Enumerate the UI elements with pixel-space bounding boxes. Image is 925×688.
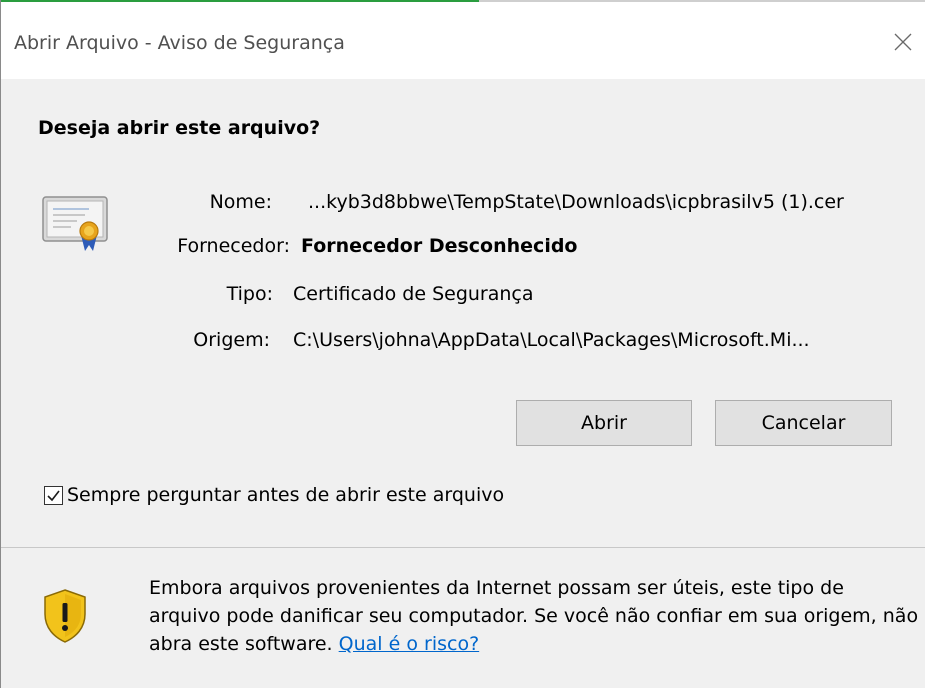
security-warning-dialog: Abrir Arquivo - Aviso de Segurança Desej…: [0, 0, 925, 688]
background-window-edge: [1, 0, 925, 9]
open-button[interactable]: Abrir: [516, 400, 692, 446]
warning-text: Embora arquivos provenientes da Internet…: [149, 577, 919, 655]
type-value: Certificado de Segurança: [293, 283, 534, 305]
origin-value: C:\Users\johna\AppData\Local\Packages\Mi…: [293, 329, 810, 351]
warning-message: Embora arquivos provenientes da Internet…: [149, 574, 919, 658]
name-label: Nome:: [209, 191, 272, 213]
dialog-title: Abrir Arquivo - Aviso de Segurança: [14, 32, 345, 54]
background-edge-line: [479, 0, 925, 2]
always-ask-option[interactable]: Sempre perguntar antes de abrir este arq…: [44, 484, 504, 506]
name-value: ...kyb3d8bbwe\TempState\Downloads\icpbra…: [308, 191, 844, 213]
background-accent-line: [1, 0, 479, 2]
publisher-value: Fornecedor Desconhecido: [301, 235, 578, 257]
question-heading: Deseja abrir este arquivo?: [38, 117, 321, 139]
publisher-label: Fornecedor:: [177, 235, 290, 257]
warning-footer: Embora arquivos provenientes da Internet…: [1, 548, 925, 688]
security-shield-warning-icon: [44, 589, 86, 643]
always-ask-label: Sempre perguntar antes de abrir este arq…: [67, 484, 505, 506]
always-ask-checkbox[interactable]: [44, 485, 63, 505]
what-is-the-risk-link[interactable]: Qual é o risco?: [339, 633, 480, 655]
cancel-button[interactable]: Cancelar: [715, 400, 892, 446]
close-icon: [894, 33, 912, 51]
type-label: Tipo:: [226, 283, 273, 305]
title-bar: Abrir Arquivo - Aviso de Segurança: [1, 9, 925, 79]
origin-label: Origem:: [193, 329, 270, 351]
checkmark-icon: [47, 490, 60, 501]
close-button[interactable]: [880, 23, 925, 61]
dialog-body: Deseja abrir este arquivo? Nome: ...kyb3…: [1, 79, 925, 547]
